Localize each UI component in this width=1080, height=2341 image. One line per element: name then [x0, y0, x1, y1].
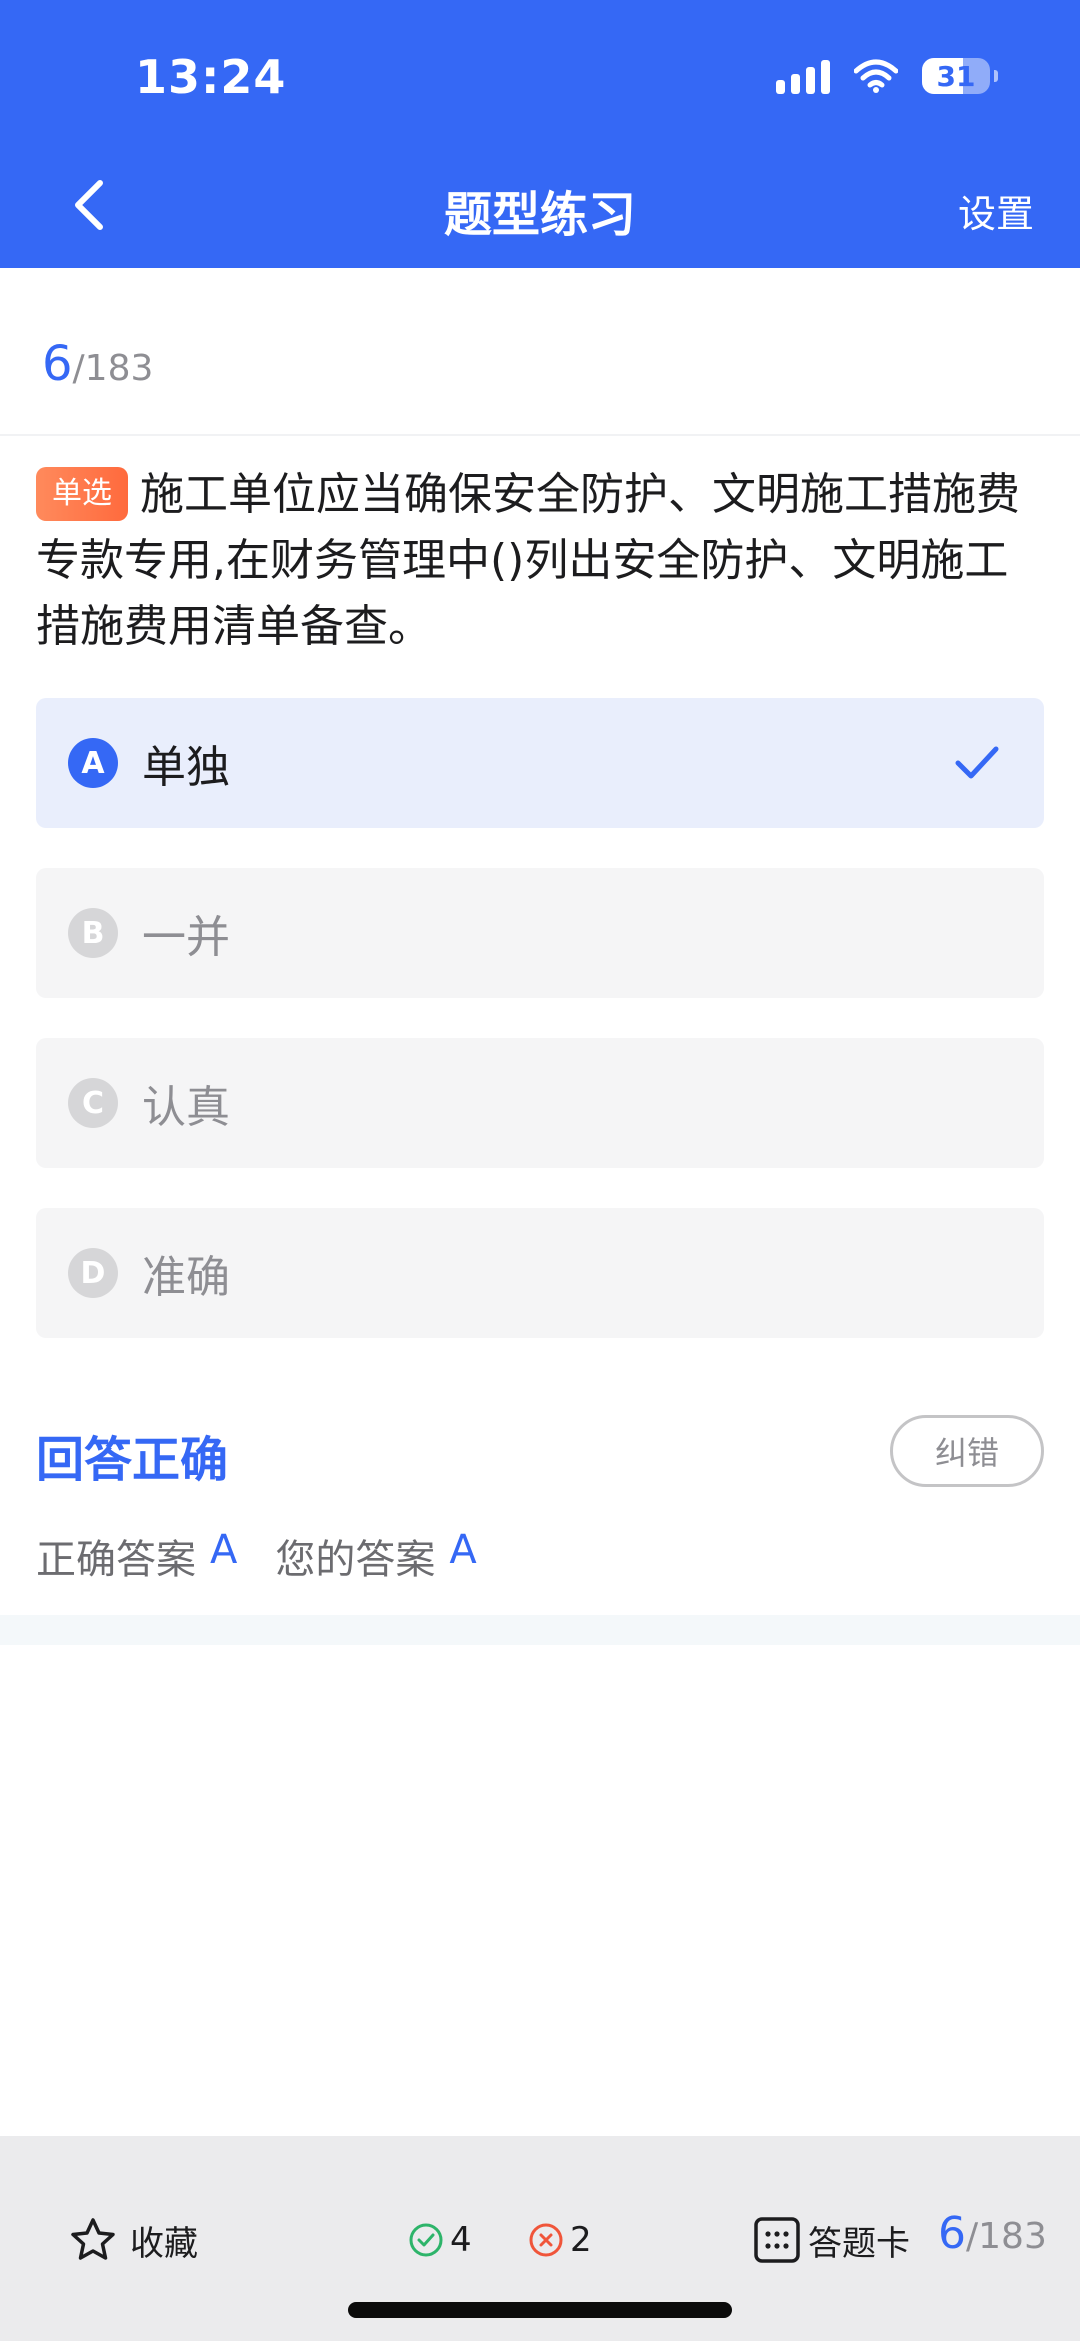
star-icon — [71, 2218, 115, 2260]
option-text: 一并 — [142, 912, 230, 963]
option-d[interactable]: D 准确 — [36, 1208, 1044, 1338]
question-stem: 单选 施工单位应当确保安全防护、文明施工措施费专款专用,在财务管理中()列出安全防… — [36, 462, 1046, 660]
status-icons: 31 — [776, 58, 998, 94]
option-c[interactable]: C 认真 — [36, 1038, 1044, 1168]
settings-button[interactable]: 设置 — [958, 183, 1034, 238]
option-letter: C — [68, 1078, 118, 1128]
report-error-button[interactable]: 纠错 — [890, 1415, 1044, 1487]
correct-count: 4 — [408, 2215, 472, 2265]
battery-icon: 31 — [922, 58, 998, 94]
option-text: 认真 — [142, 1082, 230, 1133]
favorite-label: 收藏 — [130, 2223, 198, 2264]
question-type-badge: 单选 — [36, 467, 128, 521]
wrong-count: 2 — [528, 2215, 592, 2265]
correct-answer-value: A — [210, 1527, 238, 1573]
wifi-icon — [854, 59, 898, 93]
option-a[interactable]: A 单独 — [36, 698, 1044, 828]
home-indicator — [348, 2302, 732, 2318]
option-letter: A — [68, 738, 118, 788]
option-text: 准确 — [142, 1252, 230, 1303]
current-question-number: 6 — [42, 336, 73, 392]
check-circle-icon — [409, 2223, 443, 2257]
signal-icon — [776, 58, 830, 94]
option-letter: B — [68, 908, 118, 958]
wrong-count-value: 2 — [570, 2220, 592, 2260]
question-counter: 6/183 — [42, 336, 153, 392]
bottom-total: /183 — [966, 2216, 1047, 2257]
status-time: 13:24 — [135, 50, 287, 104]
question-text: 施工单位应当确保安全防护、文明施工措施费专款专用,在财务管理中()列出安全防护、… — [36, 469, 1020, 652]
section-separator — [0, 1615, 1080, 1645]
correct-count-value: 4 — [450, 2220, 472, 2260]
answer-summary: 正确答案 A 您的答案 A — [36, 1527, 515, 1585]
option-letter: D — [68, 1248, 118, 1298]
cross-circle-icon — [529, 2223, 563, 2257]
answer-card-button[interactable]: 答题卡 — [752, 2215, 910, 2265]
bottom-counter: 6/183 — [938, 2208, 1047, 2259]
total-questions: /183 — [72, 348, 154, 389]
favorite-button[interactable]: 收藏 — [68, 2215, 198, 2265]
result-title: 回答正确 — [36, 1432, 229, 1488]
option-b[interactable]: B 一并 — [36, 868, 1044, 998]
divider — [0, 434, 1080, 436]
your-answer-value: A — [449, 1527, 477, 1573]
check-icon — [955, 746, 999, 779]
correct-answer-label: 正确答案 — [36, 1537, 196, 1583]
app-root: 13:24 31 题型练习 设置 6/183 单选 施工单位应当确保安全防护、文… — [0, 0, 1080, 2341]
grid-icon — [754, 2217, 800, 2263]
bottom-current-number: 6 — [938, 2208, 966, 2259]
your-answer-label: 您的答案 — [275, 1537, 436, 1583]
header: 13:24 31 题型练习 设置 — [0, 0, 1080, 268]
option-text: 单独 — [142, 742, 230, 793]
page-title: 题型练习 — [443, 187, 636, 243]
battery-level: 31 — [936, 59, 976, 93]
answer-card-label: 答题卡 — [808, 2223, 910, 2264]
